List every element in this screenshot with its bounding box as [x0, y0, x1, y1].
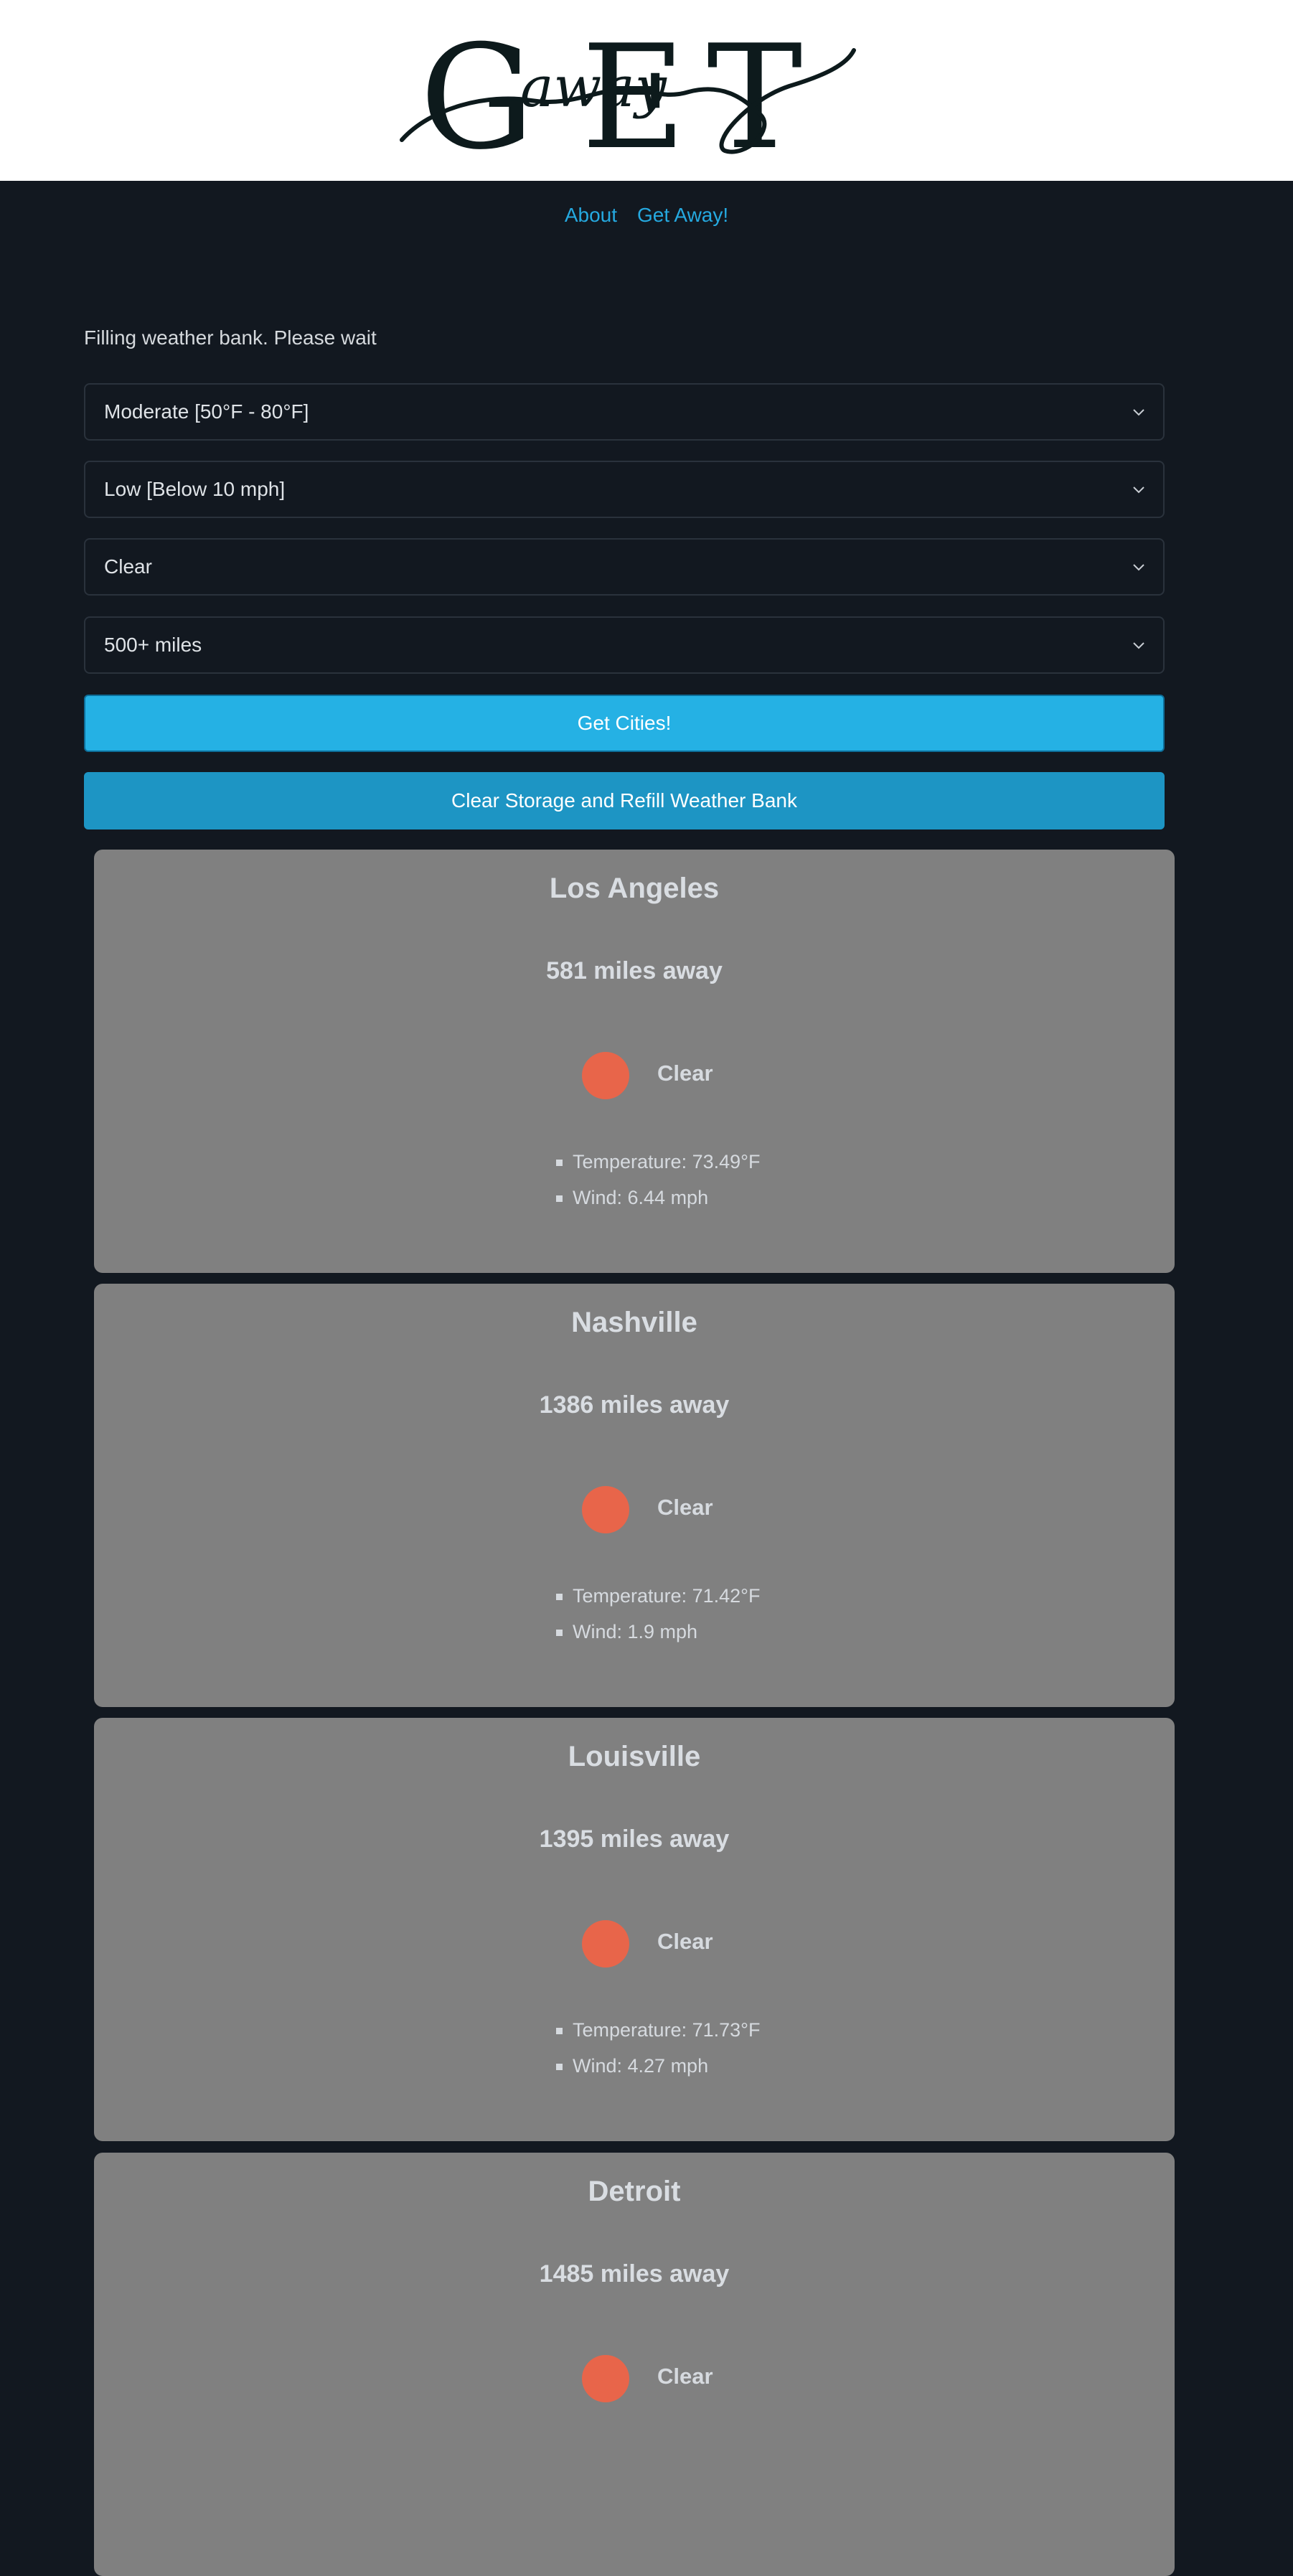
distance-select-value: 500+ miles: [104, 634, 202, 656]
getaway-logo: G E T away: [400, 14, 856, 158]
wind-select-value: Low [Below 10 mph]: [104, 478, 286, 500]
city-card: Detroit 1485 miles away Clear: [94, 2153, 1175, 2576]
temperature-item: Temperature: 71.73°F: [553, 2012, 760, 2048]
temperature-item: Temperature: 73.49°F: [553, 1144, 760, 1180]
sun-icon: [582, 2355, 629, 2402]
weather-condition: Clear: [657, 2364, 713, 2389]
city-name: Detroit: [588, 2176, 681, 2207]
weather-condition: Clear: [657, 1061, 713, 1086]
city-name: Louisville: [568, 1741, 701, 1772]
svg-text:G: G: [420, 14, 535, 158]
wind-item: Wind: 1.9 mph: [553, 1614, 760, 1650]
weather-details-list: Temperature: 71.42°F Wind: 1.9 mph: [553, 1578, 760, 1650]
city-distance: 1485 miles away: [539, 2260, 730, 2288]
weather-condition: Clear: [657, 1929, 713, 1954]
logo-header: G E T away: [0, 0, 1293, 181]
city-card: Nashville 1386 miles away Clear Temperat…: [94, 1284, 1175, 1707]
temperature-select[interactable]: Moderate [50°F - 80°F]: [84, 383, 1165, 441]
wind-select[interactable]: Low [Below 10 mph]: [84, 461, 1165, 518]
weather-details-list: Temperature: 73.49°F Wind: 6.44 mph: [553, 1144, 760, 1216]
temperature-item: Temperature: 71.42°F: [553, 1578, 760, 1614]
distance-select[interactable]: 500+ miles: [84, 616, 1165, 674]
condition-select-value: Clear: [104, 555, 152, 578]
sun-icon: [582, 1920, 629, 1968]
city-distance: 581 miles away: [546, 957, 723, 984]
chevron-down-icon: [1133, 564, 1144, 571]
weather-details-list: Temperature: 71.73°F Wind: 4.27 mph: [553, 2012, 760, 2084]
city-card: Louisville 1395 miles away Clear Tempera…: [94, 1718, 1175, 2141]
city-name: Nashville: [571, 1307, 697, 1338]
city-name: Los Angeles: [549, 873, 720, 904]
sun-icon: [582, 1486, 629, 1533]
refill-weather-bank-button[interactable]: Clear Storage and Refill Weather Bank: [84, 772, 1165, 829]
chevron-down-icon: [1133, 409, 1144, 416]
chevron-down-icon: [1133, 642, 1144, 649]
sun-icon: [582, 1052, 629, 1099]
nav-getaway-link[interactable]: Get Away!: [637, 204, 728, 227]
status-message: Filling weather bank. Please wait: [84, 326, 377, 349]
city-distance: 1395 miles away: [539, 1825, 730, 1853]
wind-item: Wind: 6.44 mph: [553, 1180, 760, 1216]
get-cities-button[interactable]: Get Cities!: [84, 695, 1165, 752]
top-nav: About Get Away!: [0, 181, 1293, 250]
svg-text:away: away: [520, 55, 667, 120]
weather-condition: Clear: [657, 1495, 713, 1520]
condition-select[interactable]: Clear: [84, 538, 1165, 596]
wind-item: Wind: 4.27 mph: [553, 2048, 760, 2084]
city-card: Los Angeles 581 miles away Clear Tempera…: [94, 850, 1175, 1273]
nav-about-link[interactable]: About: [565, 204, 617, 227]
city-distance: 1386 miles away: [539, 1391, 730, 1419]
temperature-select-value: Moderate [50°F - 80°F]: [104, 400, 309, 423]
chevron-down-icon: [1133, 486, 1144, 494]
